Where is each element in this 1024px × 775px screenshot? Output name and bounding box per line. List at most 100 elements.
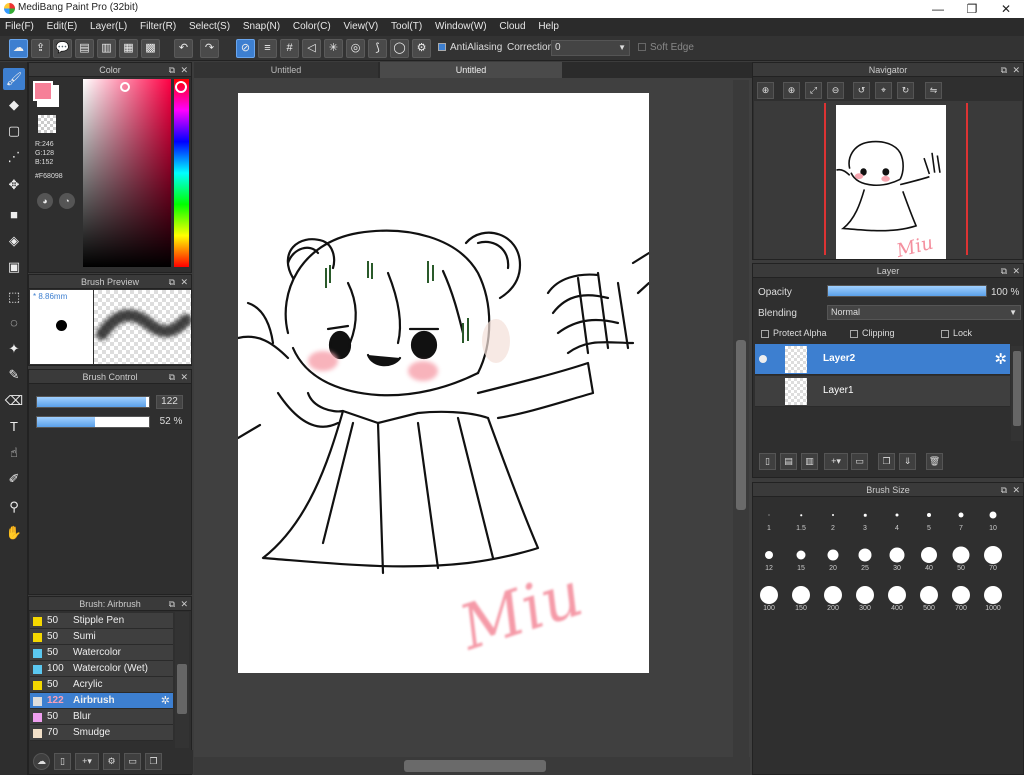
undock-icon[interactable]: ⧉: [169, 370, 175, 384]
brush-size-option[interactable]: 3: [851, 501, 879, 537]
gradient-tool-icon[interactable]: ▣: [3, 256, 25, 278]
redo-icon[interactable]: ↷: [200, 39, 219, 58]
close-icon[interactable]: ✕: [1012, 483, 1020, 497]
dot-tool-icon[interactable]: ⋰: [3, 146, 25, 168]
brush-opacity-slider[interactable]: [36, 416, 150, 428]
brush-size-option[interactable]: 100: [755, 581, 783, 617]
close-icon[interactable]: ✕: [1012, 264, 1020, 278]
brush-size-option[interactable]: 50: [947, 541, 975, 577]
saturation-value-picker[interactable]: [83, 79, 171, 267]
rotate-right-icon[interactable]: ↻: [897, 82, 914, 99]
tab-untitled-1[interactable]: Untitled: [194, 62, 378, 78]
brush-size-option[interactable]: 400: [883, 581, 911, 617]
brush-item[interactable]: 50 Sumi: [30, 629, 173, 645]
menu-window[interactable]: Window(W): [430, 18, 492, 35]
brush-size-option[interactable]: 20: [819, 541, 847, 577]
brush-size-option[interactable]: 5: [915, 501, 943, 537]
close-button[interactable]: ✕: [989, 0, 1023, 18]
undock-icon[interactable]: ⧉: [169, 597, 175, 611]
scrollbar-thumb[interactable]: [1013, 351, 1021, 426]
brush-size-slider[interactable]: [36, 396, 150, 408]
undock-icon[interactable]: ⧉: [1001, 483, 1007, 497]
magic-wand-tool-icon[interactable]: ✦: [3, 338, 25, 360]
menu-tool[interactable]: Tool(T): [386, 18, 427, 35]
message-icon[interactable]: ▤: [75, 39, 94, 58]
brush-item[interactable]: 50 Watercolor: [30, 645, 173, 661]
close-icon[interactable]: ✕: [1012, 63, 1020, 77]
undo-icon[interactable]: ↶: [174, 39, 193, 58]
menu-help[interactable]: Help: [533, 18, 564, 35]
brush-size-value[interactable]: 122: [156, 395, 183, 409]
navigator-view[interactable]: Miu: [754, 101, 1022, 262]
visibility-icon[interactable]: [759, 355, 767, 363]
fill-rect-tool-icon[interactable]: ■: [3, 204, 25, 226]
brush-item[interactable]: 70 Smudge: [30, 725, 173, 741]
undock-icon[interactable]: ⧉: [169, 63, 175, 77]
soft-edge-checkbox[interactable]: [638, 43, 646, 52]
brush-size-option[interactable]: 40: [915, 541, 943, 577]
brush-size-option[interactable]: 300: [851, 581, 879, 617]
brush-item[interactable]: 100 Watercolor (Wet): [30, 661, 173, 677]
close-icon[interactable]: ✕: [180, 63, 188, 77]
move-tool-icon[interactable]: ✥: [3, 174, 25, 196]
maximize-button[interactable]: ❐: [955, 0, 989, 18]
close-icon[interactable]: ✕: [180, 597, 188, 611]
tab-untitled-2[interactable]: Untitled: [380, 62, 562, 78]
menu-color[interactable]: Color(C): [288, 18, 336, 35]
undock-icon[interactable]: ⧉: [169, 275, 175, 289]
cloud-icon[interactable]: ☁: [9, 39, 28, 58]
undock-icon[interactable]: ⧉: [1001, 63, 1007, 77]
operation-tool-icon[interactable]: ☝: [3, 442, 25, 464]
eyedropper-tool-icon[interactable]: ⚲: [3, 496, 25, 518]
eraser-tool-icon[interactable]: ◆: [3, 94, 25, 116]
shape-tool-icon[interactable]: ▢: [3, 120, 25, 142]
clipping-checkbox[interactable]: [850, 329, 858, 338]
brush-item[interactable]: 50 Stipple Pen: [30, 613, 173, 629]
layer-list-scrollbar[interactable]: [1011, 346, 1023, 441]
flip-icon[interactable]: ⇋: [925, 82, 942, 99]
brush-size-option[interactable]: 1.5: [787, 501, 815, 537]
new-brush-icon[interactable]: ▯: [54, 753, 71, 770]
brush-tool-icon[interactable]: 🖌: [3, 68, 25, 90]
transparent-color-swatch[interactable]: [38, 115, 56, 133]
brush-item-selected[interactable]: 122 Airbrush ✲: [30, 693, 173, 709]
layer-row-layer1[interactable]: Layer1: [755, 376, 1010, 407]
bucket-tool-icon[interactable]: ◈: [3, 230, 25, 252]
gear-icon[interactable]: ✲: [161, 693, 170, 709]
palette-settings-icon[interactable]: ◔: [59, 193, 75, 209]
new-halftone-layer-icon[interactable]: ▤: [780, 453, 797, 470]
snap-settings-icon[interactable]: ⚙: [412, 39, 431, 58]
add-brush-icon[interactable]: +▾: [75, 753, 99, 770]
ellipse-snap-icon[interactable]: ◯: [390, 39, 409, 58]
rotate-left-icon[interactable]: ↺: [853, 82, 870, 99]
new-8bit-layer-icon[interactable]: ▥: [801, 453, 818, 470]
text-tool-icon[interactable]: T: [3, 416, 25, 438]
delete-layer-icon[interactable]: 🗑: [926, 453, 943, 470]
brush-size-option[interactable]: 30: [883, 541, 911, 577]
add-layer-menu-icon[interactable]: +▾: [824, 453, 848, 470]
upload-icon[interactable]: ⇪: [31, 39, 50, 58]
palette-icon[interactable]: ◕: [37, 193, 53, 209]
brush-size-option[interactable]: 4: [883, 501, 911, 537]
minimize-button[interactable]: —: [921, 0, 955, 18]
curve-snap-icon[interactable]: ⟆: [368, 39, 387, 58]
close-icon[interactable]: ✕: [180, 370, 188, 384]
select-pen-tool-icon[interactable]: ✎: [3, 364, 25, 386]
brush-settings-icon[interactable]: ⚙: [103, 753, 120, 770]
new-layer-icon[interactable]: ▯: [759, 453, 776, 470]
vertical-scrollbar[interactable]: [733, 80, 749, 760]
menu-view[interactable]: View(V): [338, 18, 383, 35]
antialiasing-checkbox[interactable]: [438, 43, 446, 52]
color-picker-handle[interactable]: [120, 82, 130, 92]
layer-opacity-slider[interactable]: [827, 285, 987, 297]
brush-size-option[interactable]: 15: [787, 541, 815, 577]
brush-size-option[interactable]: 12: [755, 541, 783, 577]
protect-alpha-checkbox[interactable]: [761, 329, 769, 338]
comment-icon[interactable]: 💬: [53, 39, 72, 58]
zoom-fit-icon[interactable]: ⊕: [783, 82, 800, 99]
menu-cloud[interactable]: Cloud: [494, 18, 530, 35]
menu-filter[interactable]: Filter(R): [135, 18, 181, 35]
blending-dropdown[interactable]: Normal ▼: [827, 305, 1021, 320]
select-tool-icon[interactable]: ⬚: [3, 286, 25, 308]
drawing-canvas[interactable]: Miu: [236, 93, 651, 673]
